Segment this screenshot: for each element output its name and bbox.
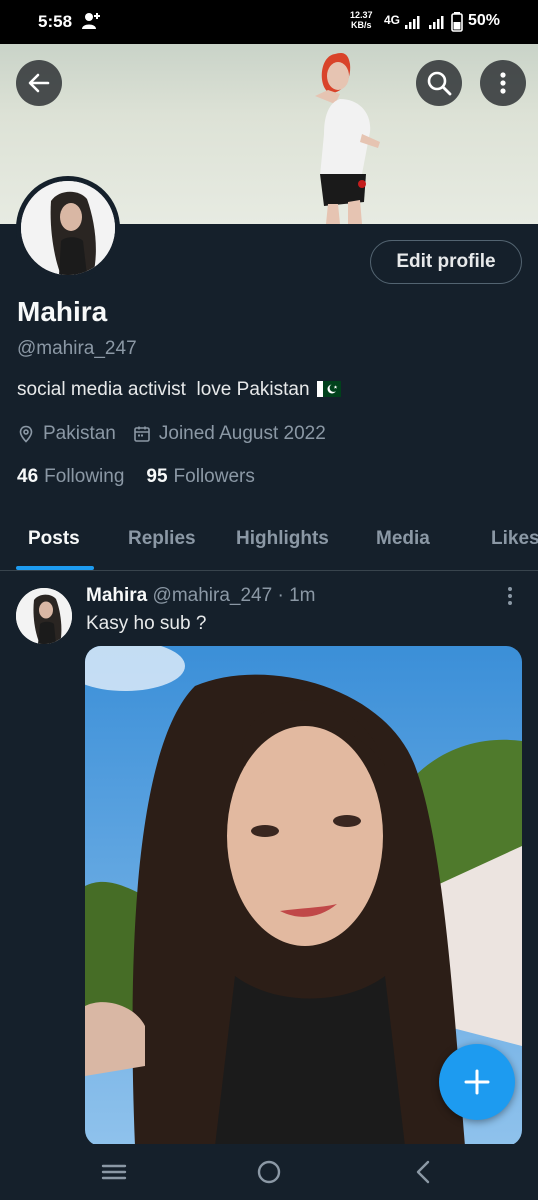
post-author-handle: @mahira_247 xyxy=(152,585,273,606)
battery-icon xyxy=(451,12,463,32)
network-type: 4G xyxy=(384,13,401,27)
status-bar: 5:58 12.37 KB/s 4G 50% xyxy=(0,0,538,44)
post-avatar-photo xyxy=(16,588,72,644)
more-vertical-icon xyxy=(500,72,506,94)
back-nav-icon[interactable] xyxy=(409,1158,439,1186)
bio-text: social media activist love Pakistan xyxy=(17,379,310,400)
search-icon xyxy=(427,71,452,96)
profile-meta: Pakistan Joined August 2022 xyxy=(17,423,326,445)
tab-posts[interactable]: Posts xyxy=(28,528,80,550)
following-link[interactable]: 46 Following xyxy=(17,466,124,488)
calendar-icon xyxy=(134,426,150,442)
back-arrow-icon xyxy=(28,73,50,93)
profile-joined: Joined August 2022 xyxy=(158,423,326,444)
back-button[interactable] xyxy=(16,60,62,106)
pakistan-flag-icon xyxy=(316,381,341,397)
tab-highlights[interactable]: Highlights xyxy=(236,528,329,550)
post-time: 1m xyxy=(289,585,316,606)
follow-stats: 46 Following 95 Followers xyxy=(17,466,277,488)
home-circle-icon[interactable] xyxy=(254,1158,284,1186)
followers-link[interactable]: 95 Followers xyxy=(146,466,254,488)
profile-location: Pakistan xyxy=(43,423,116,444)
post-separator: · xyxy=(277,585,284,606)
post-author-avatar[interactable] xyxy=(16,588,72,644)
plus-icon xyxy=(464,1069,490,1095)
search-button[interactable] xyxy=(416,60,462,106)
tab-likes[interactable]: Likes xyxy=(491,528,538,550)
signal-icon-2 xyxy=(429,16,444,29)
post-header: Mahira @mahira_247 · 1m xyxy=(86,585,315,607)
profile-handle: @mahira_247 xyxy=(17,338,137,359)
signal-icon xyxy=(405,16,420,29)
battery-level: 50% xyxy=(468,12,501,29)
tab-replies[interactable]: Replies xyxy=(128,528,196,550)
more-options-button[interactable] xyxy=(480,60,526,106)
tab-media[interactable]: Media xyxy=(376,528,430,550)
post-more-icon[interactable] xyxy=(500,585,520,607)
post-author-name[interactable]: Mahira xyxy=(86,585,147,606)
profile-avatar[interactable] xyxy=(16,176,120,280)
recent-apps-icon[interactable] xyxy=(99,1158,129,1186)
status-time: 5:58 xyxy=(38,12,73,31)
compose-button[interactable] xyxy=(439,1044,515,1120)
location-pin-icon xyxy=(19,425,33,443)
system-navigation-bar xyxy=(0,1144,538,1200)
active-tab-indicator xyxy=(16,566,94,570)
profile-tabs: Posts Replies Highlights Media Likes xyxy=(0,508,538,571)
network-speed: 12.37 KB/s xyxy=(350,10,373,30)
profile-name: Mahira xyxy=(17,296,108,327)
edit-profile-button[interactable]: Edit profile xyxy=(370,240,522,284)
avatar-photo xyxy=(21,181,115,275)
post-text: Kasy ho sub ? xyxy=(86,613,207,634)
person-add-icon xyxy=(82,13,100,29)
profile-bio: social media activist love Pakistan xyxy=(17,379,341,401)
banner-image xyxy=(315,53,380,224)
